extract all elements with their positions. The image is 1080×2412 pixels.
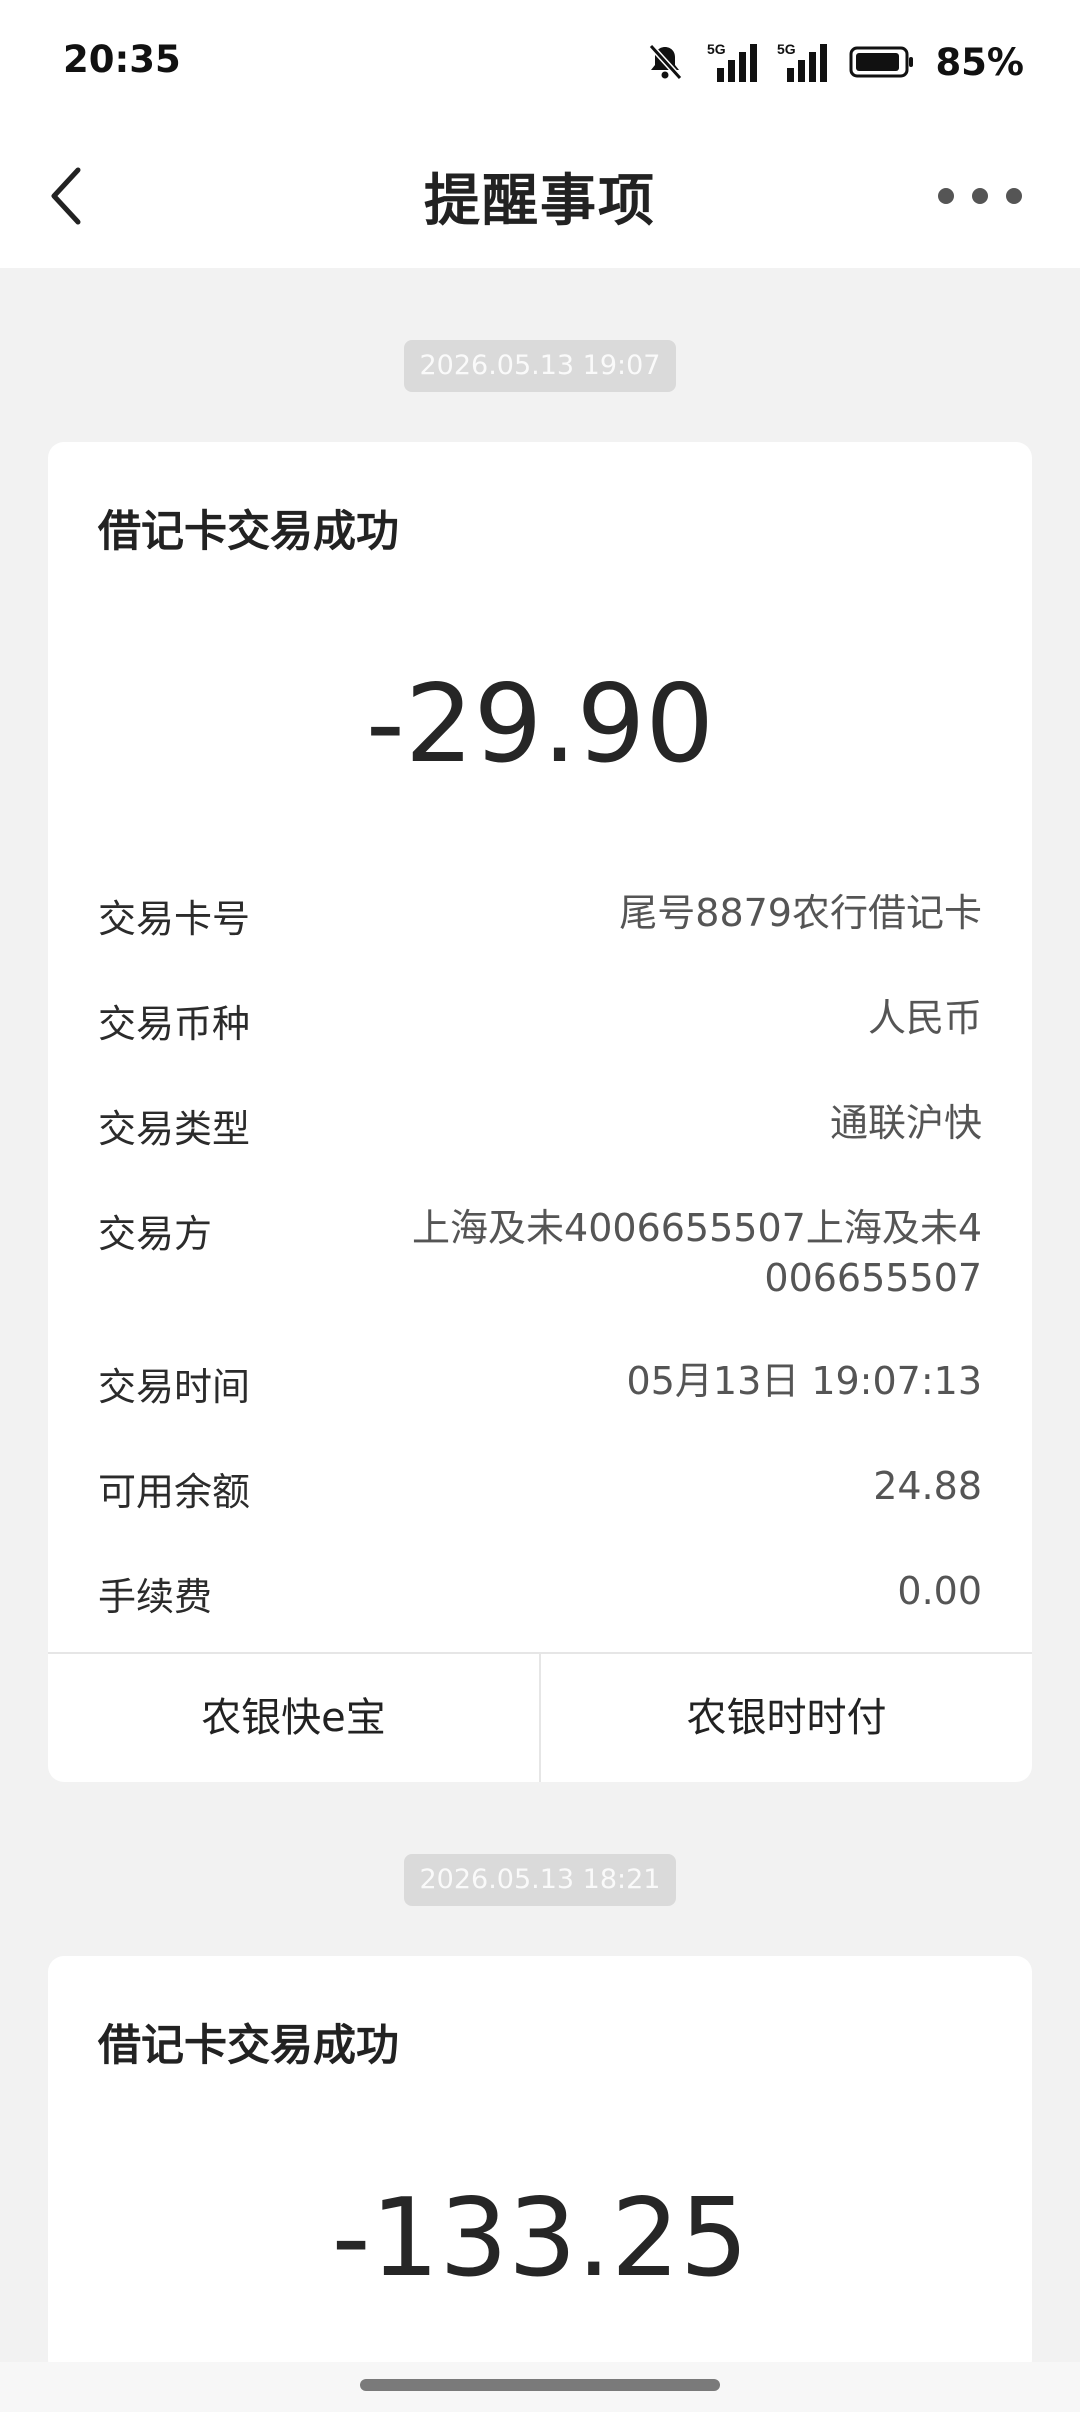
row-value: 24.88 (873, 1464, 982, 1508)
shi-shi-fu-button[interactable]: 农银时时付 (539, 1654, 1032, 1782)
more-button[interactable] (936, 178, 1024, 214)
row-value: 上海及未4006655507上海及未4006655507 (412, 1206, 982, 1300)
row-value: 05月13日 19:07:13 (626, 1359, 982, 1403)
bell-muted-icon (649, 43, 683, 81)
home-indicator[interactable] (360, 2379, 720, 2391)
row-label: 手续费 (98, 1575, 213, 1619)
message-timestamp: 2026.05.13 18:21 (403, 1854, 677, 1906)
row-label: 交易类型 (98, 1107, 251, 1151)
row-label: 可用余额 (98, 1470, 251, 1514)
row-value: 尾号8879农行借记卡 (619, 891, 982, 935)
row-label: 交易时间 (98, 1365, 251, 1409)
signal1-label: 5G (707, 41, 726, 57)
timestamp-wrap: 2026.05.13 18:21 (0, 1854, 1080, 1906)
signal-5g-icon: 5G (707, 41, 758, 82)
transaction-card[interactable]: 借记卡交易成功 -133.25 (48, 1956, 1032, 2376)
signal-5g-icon-2: 5G (777, 41, 828, 82)
card-actions: 农银快e宝 农银时时付 (48, 1652, 1032, 1782)
signal2-label: 5G (777, 41, 796, 57)
row-value: 通联沪快 (829, 1101, 982, 1145)
nav-bar: 提醒事项 (0, 120, 1080, 268)
row-label: 交易卡号 (98, 897, 251, 941)
page-title: 提醒事项 (424, 169, 656, 234)
status-bar: 20:35 5G 5G 85% (0, 0, 1080, 120)
card-title: 借记卡交易成功 (98, 507, 399, 557)
timestamp-wrap: 2026.05.13 19:07 (0, 340, 1080, 392)
status-icons: 5G 5G 85% (645, 40, 1024, 84)
transaction-amount: -133.25 (331, 2176, 749, 2301)
more-dots-icon (938, 188, 1022, 204)
battery-icon (849, 46, 914, 78)
card-title: 借记卡交易成功 (98, 2021, 399, 2071)
battery-percent: 85% (935, 40, 1024, 84)
transaction-card[interactable]: 借记卡交易成功 -29.90 交易卡号 尾号8879农行借记卡 交易币种 人民币… (48, 442, 1032, 1782)
message-timestamp: 2026.05.13 19:07 (403, 340, 677, 392)
transaction-amount: -29.90 (365, 662, 715, 787)
kuai-e-bao-button[interactable]: 农银快e宝 (48, 1654, 539, 1782)
row-label: 交易币种 (98, 1002, 251, 1046)
row-label: 交易方 (98, 1212, 213, 1256)
row-value: 人民币 (867, 996, 982, 1040)
row-value: 0.00 (897, 1569, 982, 1613)
status-time: 20:35 (63, 38, 181, 81)
